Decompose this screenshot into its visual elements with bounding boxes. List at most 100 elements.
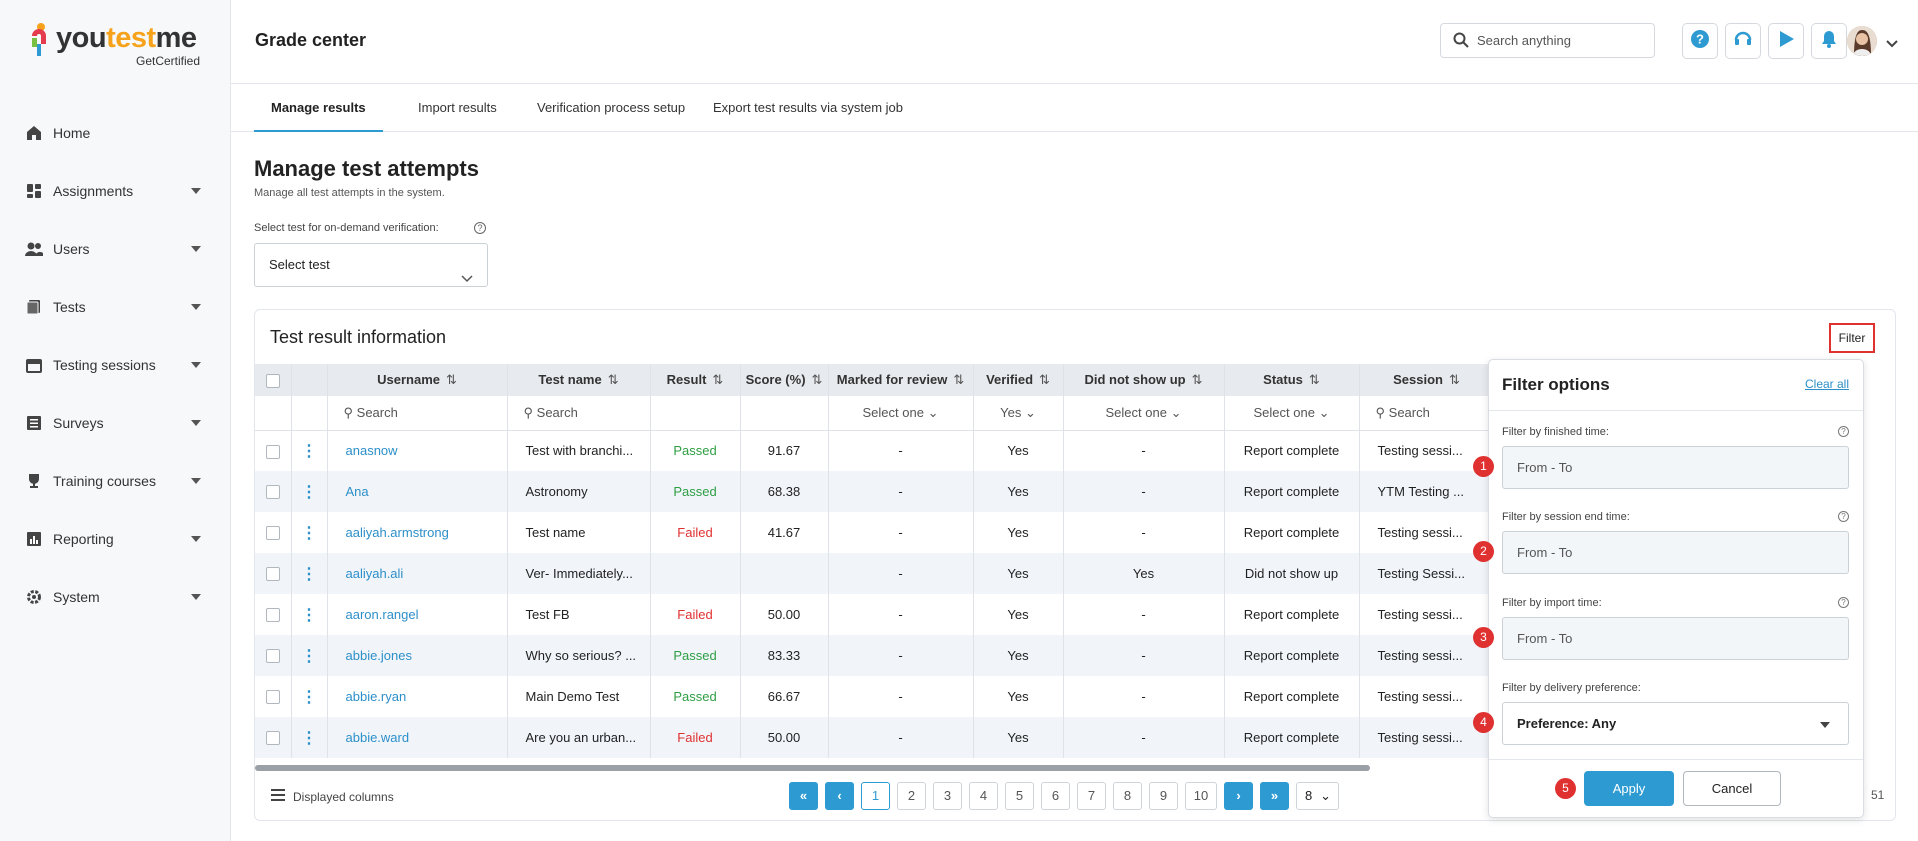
row-checkbox[interactable] [265, 526, 280, 541]
tab-import-results[interactable]: Import results [401, 84, 514, 132]
help-icon[interactable]: ? [1838, 597, 1849, 608]
col-verified[interactable]: Verified ⇅ [973, 364, 1064, 396]
did-not-show-select[interactable]: Select one ⌄ [1063, 396, 1225, 431]
row-checkbox[interactable] [265, 731, 280, 746]
next-page-button[interactable]: › [1224, 782, 1253, 810]
chevron-down-icon[interactable] [1886, 35, 1898, 53]
cancel-button[interactable]: Cancel [1683, 771, 1781, 806]
col-test-name[interactable]: Test name ⇅ [507, 364, 651, 396]
global-search-input[interactable]: Search anything [1440, 23, 1655, 58]
username-link[interactable]: abbie.jones [346, 648, 413, 663]
step-marker: 5 [1555, 778, 1576, 799]
page-button[interactable]: 8 [1113, 782, 1142, 810]
section-subtitle: Manage all test attempts in the system. [254, 187, 445, 199]
col-username[interactable]: Username ⇅ [327, 364, 508, 396]
tutorial-play-button[interactable] [1768, 23, 1804, 59]
username-link[interactable]: abbie.ward [346, 730, 410, 745]
sidebar-item-system[interactable]: System [0, 568, 231, 626]
more-actions-icon[interactable]: ⋮ [301, 525, 317, 542]
page-button[interactable]: 5 [1005, 782, 1034, 810]
more-actions-icon[interactable]: ⋮ [301, 689, 317, 706]
score-cell: 66.67 [740, 676, 829, 717]
last-page-button[interactable]: » [1260, 782, 1289, 810]
support-button[interactable] [1725, 23, 1761, 59]
tab-manage-results[interactable]: Manage results [254, 84, 383, 132]
avatar[interactable] [1847, 26, 1877, 56]
select-test-dropdown[interactable]: Select test [254, 243, 488, 287]
page-button[interactable]: 7 [1077, 782, 1106, 810]
username-search-input[interactable]: ⚲ Search [327, 396, 508, 431]
sidebar-item-tests[interactable]: Tests [0, 278, 231, 336]
username-link[interactable]: aaliyah.armstrong [346, 525, 449, 540]
filter-button[interactable]: Filter [1829, 323, 1875, 353]
sidebar-item-training-courses[interactable]: Training courses [0, 452, 231, 510]
results-table: Username ⇅ Test name ⇅ Result ⇅ Score (%) ⇅ … [255, 364, 1495, 758]
first-page-button[interactable]: « [789, 782, 818, 810]
help-icon[interactable]: ? [1838, 426, 1849, 437]
tab-export-test-results[interactable]: Export test results via system job [696, 84, 920, 132]
sidebar-item-home[interactable]: Home [0, 104, 231, 162]
sidebar-item-surveys[interactable]: Surveys [0, 394, 231, 452]
help-icon[interactable]: ? [1838, 511, 1849, 522]
notifications-button[interactable] [1811, 23, 1847, 59]
brand-logo[interactable]: youtestme GetCertified [28, 22, 200, 68]
col-session[interactable]: Session ⇅ [1359, 364, 1495, 396]
more-actions-icon[interactable]: ⋮ [301, 730, 317, 747]
row-checkbox[interactable] [265, 608, 280, 623]
headset-icon [1733, 29, 1753, 54]
col-marked-for-review[interactable]: Marked for review ⇅ [828, 364, 974, 396]
col-status[interactable]: Status ⇅ [1224, 364, 1360, 396]
prev-page-button[interactable]: ‹ [825, 782, 854, 810]
more-actions-icon[interactable]: ⋮ [301, 484, 317, 501]
marked-select[interactable]: Select one ⌄ [828, 396, 974, 431]
clear-all-link[interactable]: Clear all [1805, 377, 1849, 391]
page-button[interactable]: 9 [1149, 782, 1178, 810]
tab-verification-process-setup[interactable]: Verification process setup [520, 84, 702, 132]
username-link[interactable]: anasnow [346, 443, 398, 458]
horizontal-scrollbar[interactable] [255, 765, 1370, 771]
sidebar-item-testing-sessions[interactable]: Testing sessions [0, 336, 231, 394]
more-actions-icon[interactable]: ⋮ [301, 443, 317, 460]
session-search-input[interactable]: ⚲ Search [1359, 396, 1495, 431]
finished-time-input[interactable]: From - To [1502, 446, 1849, 489]
displayed-columns-button[interactable]: Displayed columns [271, 789, 394, 804]
help-icon[interactable]: ? [474, 222, 486, 234]
row-checkbox[interactable] [265, 690, 280, 705]
row-checkbox[interactable] [265, 649, 280, 664]
col-score[interactable]: Score (%) ⇅ [740, 364, 829, 396]
import-time-input[interactable]: From - To [1502, 617, 1849, 660]
sidebar-item-assignments[interactable]: Assignments [0, 162, 231, 220]
username-link[interactable]: abbie.ryan [346, 689, 407, 704]
result-cell: Failed [650, 512, 741, 553]
session-end-time-input[interactable]: From - To [1502, 531, 1849, 574]
apply-button[interactable]: Apply [1584, 771, 1674, 806]
col-result[interactable]: Result ⇅ [650, 364, 741, 396]
row-checkbox[interactable] [265, 485, 280, 500]
help-button[interactable]: ? [1682, 23, 1718, 59]
page-button[interactable]: 3 [933, 782, 962, 810]
sidebar-item-users[interactable]: Users [0, 220, 231, 278]
select-all-checkbox[interactable] [265, 373, 280, 388]
score-cell: 68.38 [740, 471, 829, 512]
status-cell: Report complete [1224, 512, 1360, 553]
more-actions-icon[interactable]: ⋮ [301, 648, 317, 665]
status-select[interactable]: Select one ⌄ [1224, 396, 1360, 431]
username-link[interactable]: aaliyah.ali [346, 566, 404, 581]
page-button[interactable]: 1 [861, 782, 890, 810]
page-button[interactable]: 6 [1041, 782, 1070, 810]
page-button[interactable]: 10 [1185, 782, 1217, 810]
page-size-select[interactable]: 8 ⌄ [1296, 782, 1339, 810]
row-checkbox[interactable] [265, 567, 280, 582]
col-did-not-show-up[interactable]: Did not show up ⇅ [1063, 364, 1225, 396]
page-button[interactable]: 2 [897, 782, 926, 810]
delivery-preference-select[interactable]: Preference: Any [1502, 702, 1849, 745]
page-button[interactable]: 4 [969, 782, 998, 810]
more-actions-icon[interactable]: ⋮ [301, 566, 317, 583]
verified-select[interactable]: Yes ⌄ [973, 396, 1064, 431]
more-actions-icon[interactable]: ⋮ [301, 607, 317, 624]
row-checkbox[interactable] [265, 444, 280, 459]
test-name-search-input[interactable]: ⚲ Search [507, 396, 651, 431]
sidebar-item-reporting[interactable]: Reporting [0, 510, 231, 568]
username-link[interactable]: Ana [346, 484, 369, 499]
username-link[interactable]: aaron.rangel [346, 607, 419, 622]
